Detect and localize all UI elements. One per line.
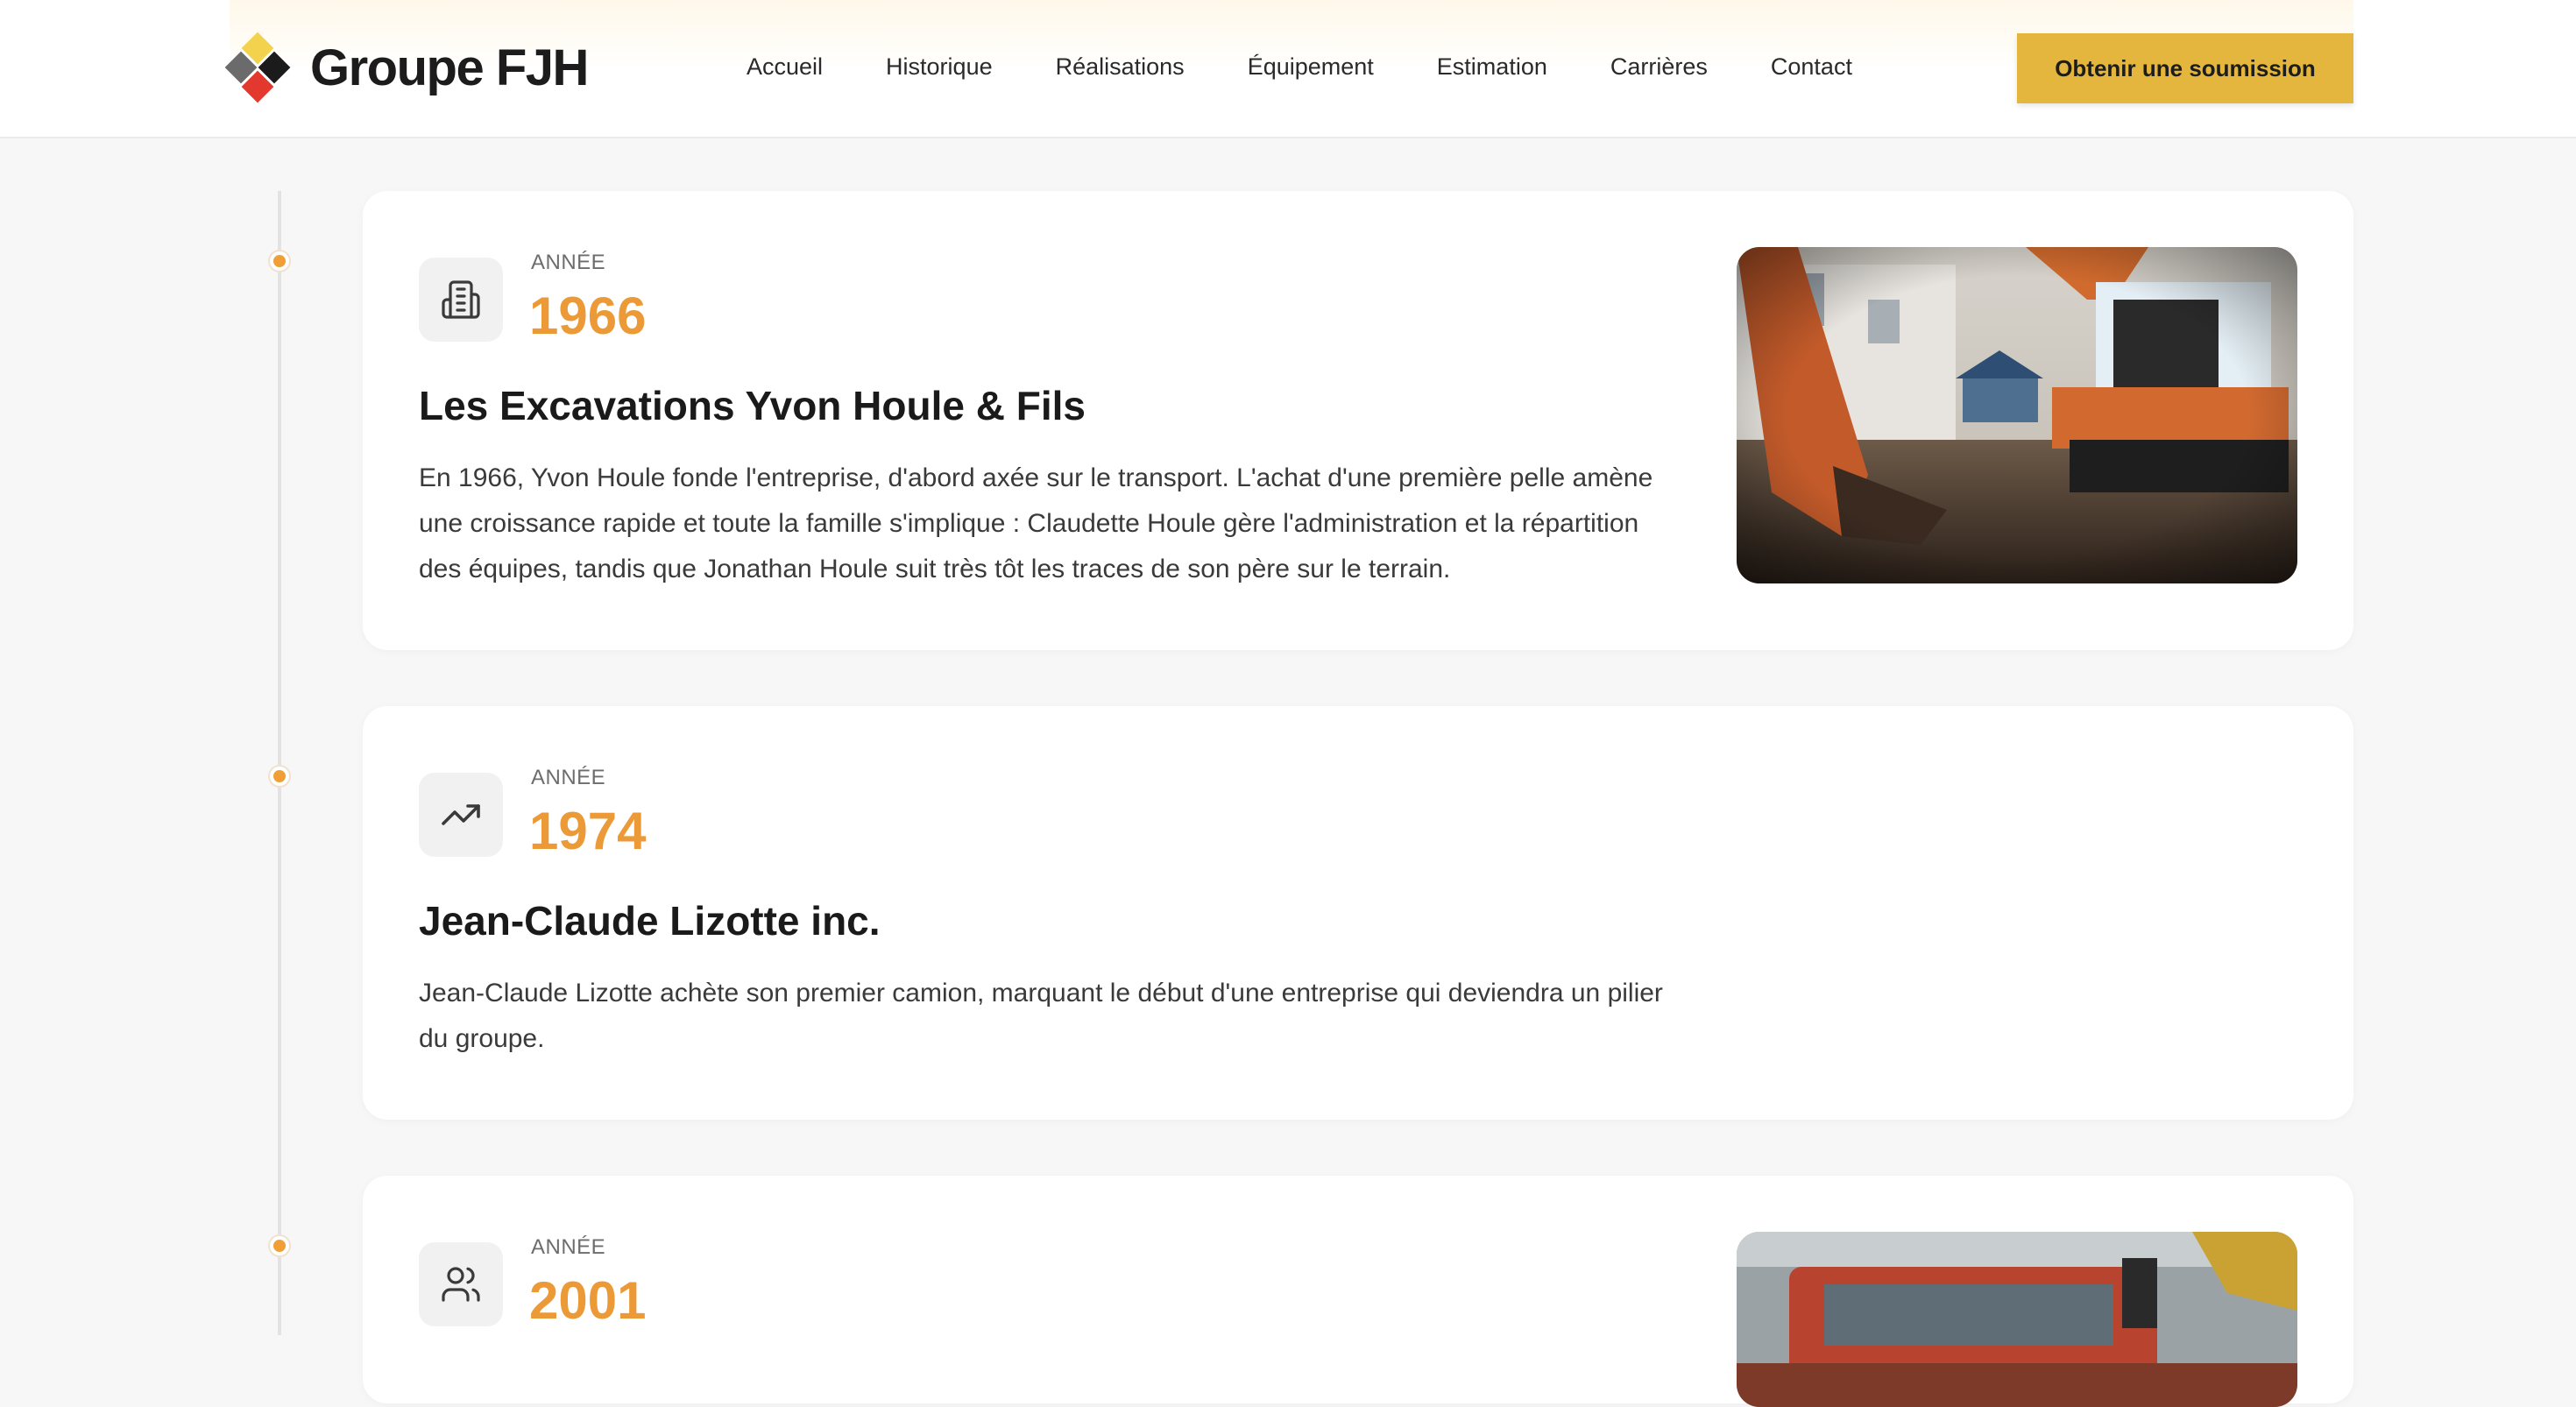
timeline-card-1966: ANNÉE 1966 Les Excavations Yvon Houle & … (363, 191, 2353, 650)
nav-carrieres[interactable]: Carrières (1610, 49, 1708, 84)
timeline-dot (270, 251, 289, 271)
logo-diamonds-icon (224, 32, 291, 103)
red-truck-photo (1737, 1232, 2297, 1407)
year-value: 2001 (529, 1271, 647, 1330)
nav-estimation[interactable]: Estimation (1437, 49, 1547, 84)
site-header: Groupe FJH Accueil Historique Réalisatio… (0, 0, 2576, 138)
year-label: ANNÉE (531, 251, 606, 274)
year-value: 1974 (529, 802, 647, 860)
trending-up-icon (419, 773, 503, 857)
timeline-card-2001: ANNÉE 2001 (363, 1176, 2353, 1407)
timeline-line (278, 191, 281, 1335)
brand-logo[interactable]: Groupe FJH (224, 32, 589, 103)
timeline-dot (270, 1236, 289, 1255)
card-title: Jean-Claude Lizotte inc. (419, 898, 881, 944)
brand-name: Groupe FJH (310, 39, 589, 96)
main-nav: Accueil Historique Réalisations Équipeme… (747, 49, 1915, 84)
timeline-card-1974: ANNÉE 1974 Jean-Claude Lizotte inc. Jean… (363, 706, 2353, 1120)
card-description: Jean-Claude Lizotte achète son premier c… (419, 979, 1663, 1053)
nav-contact[interactable]: Contact (1771, 49, 1852, 84)
card-description: En 1966, Yvon Houle fonde l'entreprise, … (419, 463, 1653, 583)
nav-historique[interactable]: Historique (886, 49, 993, 84)
year-value: 1966 (529, 286, 647, 345)
get-quote-button[interactable]: Obtenir une soumission (2017, 33, 2353, 103)
year-label: ANNÉE (531, 766, 606, 789)
building-icon (419, 258, 503, 342)
excavator-photo (1737, 247, 2297, 583)
year-label: ANNÉE (531, 1235, 606, 1259)
nav-equipement[interactable]: Équipement (1248, 49, 1374, 84)
users-icon (419, 1242, 503, 1326)
card-title: Les Excavations Yvon Houle & Fils (419, 383, 1086, 428)
nav-accueil[interactable]: Accueil (747, 49, 823, 84)
nav-realisations[interactable]: Réalisations (1056, 49, 1185, 84)
timeline-dot (270, 767, 289, 786)
